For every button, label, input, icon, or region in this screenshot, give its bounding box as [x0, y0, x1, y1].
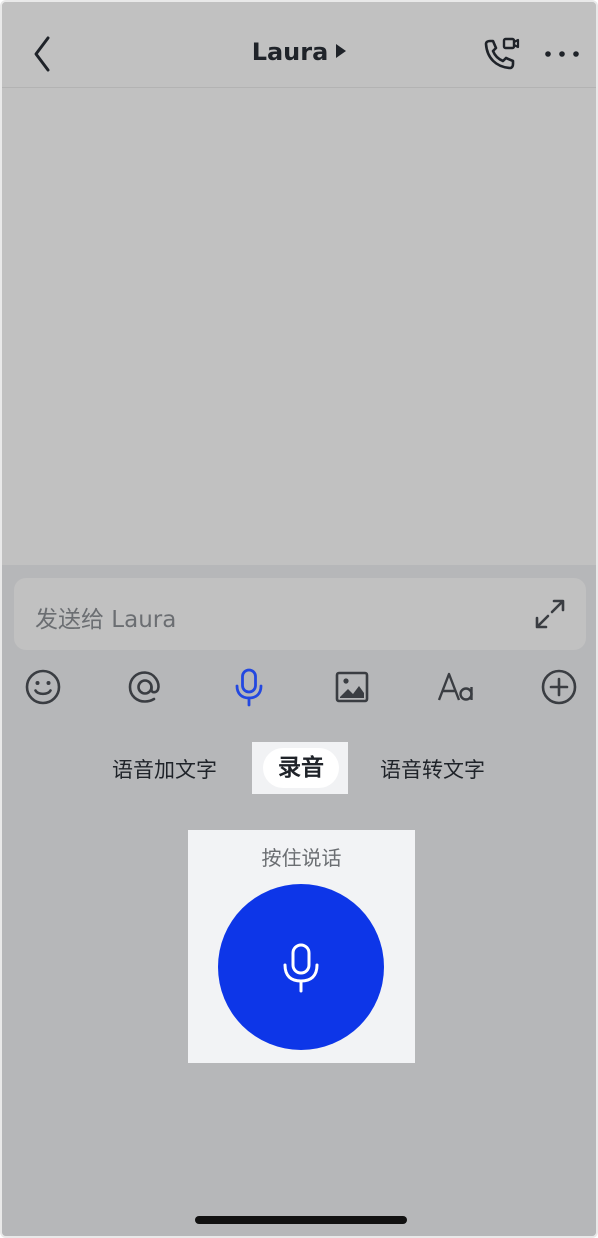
more-dots-icon — [545, 51, 579, 57]
text-format-button[interactable] — [436, 665, 476, 709]
voice-button[interactable] — [229, 665, 269, 709]
image-button[interactable] — [332, 665, 372, 709]
image-icon — [335, 671, 369, 703]
more-button[interactable] — [542, 42, 582, 66]
emoji-icon — [25, 669, 61, 705]
expand-icon — [535, 599, 565, 629]
caret-right-icon — [336, 36, 347, 64]
at-icon — [128, 671, 160, 703]
voice-mode-tabs: 语音加文字 录音 语音转文字 — [2, 741, 596, 795]
microphone-icon — [235, 668, 263, 707]
message-input[interactable]: 发送给 Laura — [14, 578, 586, 650]
tab-record[interactable]: 录音 — [263, 748, 339, 788]
phone-video-icon — [484, 37, 520, 70]
message-input-placeholder: 发送给 Laura — [35, 607, 177, 633]
tab-voice-with-text[interactable]: 语音加文字 — [112, 754, 217, 784]
app-frame: Laura 发送给 Laura 语音加文字 录音 语音转文字 按住说话 — [0, 0, 598, 1238]
expand-button[interactable] — [532, 596, 568, 632]
record-panel: 按住说话 — [188, 830, 415, 1063]
chat-title-text: Laura — [251, 38, 329, 66]
text-format-icon — [437, 672, 473, 701]
record-button[interactable] — [218, 884, 384, 1050]
composer-toolbar — [2, 665, 596, 713]
plus-circle-icon — [541, 669, 577, 705]
emoji-button[interactable] — [23, 665, 63, 709]
add-button[interactable] — [539, 665, 579, 709]
call-button[interactable] — [480, 36, 520, 74]
message-list[interactable] — [2, 89, 596, 565]
mention-button[interactable] — [125, 665, 165, 709]
composer-panel: 发送给 Laura 语音加文字 录音 语音转文字 按住说话 — [2, 565, 596, 1236]
hold-to-talk-label: 按住说话 — [261, 846, 342, 870]
chat-header: Laura — [2, 2, 596, 88]
microphone-icon — [283, 943, 319, 993]
tab-voice-to-text[interactable]: 语音转文字 — [380, 754, 485, 784]
home-indicator — [195, 1216, 407, 1224]
